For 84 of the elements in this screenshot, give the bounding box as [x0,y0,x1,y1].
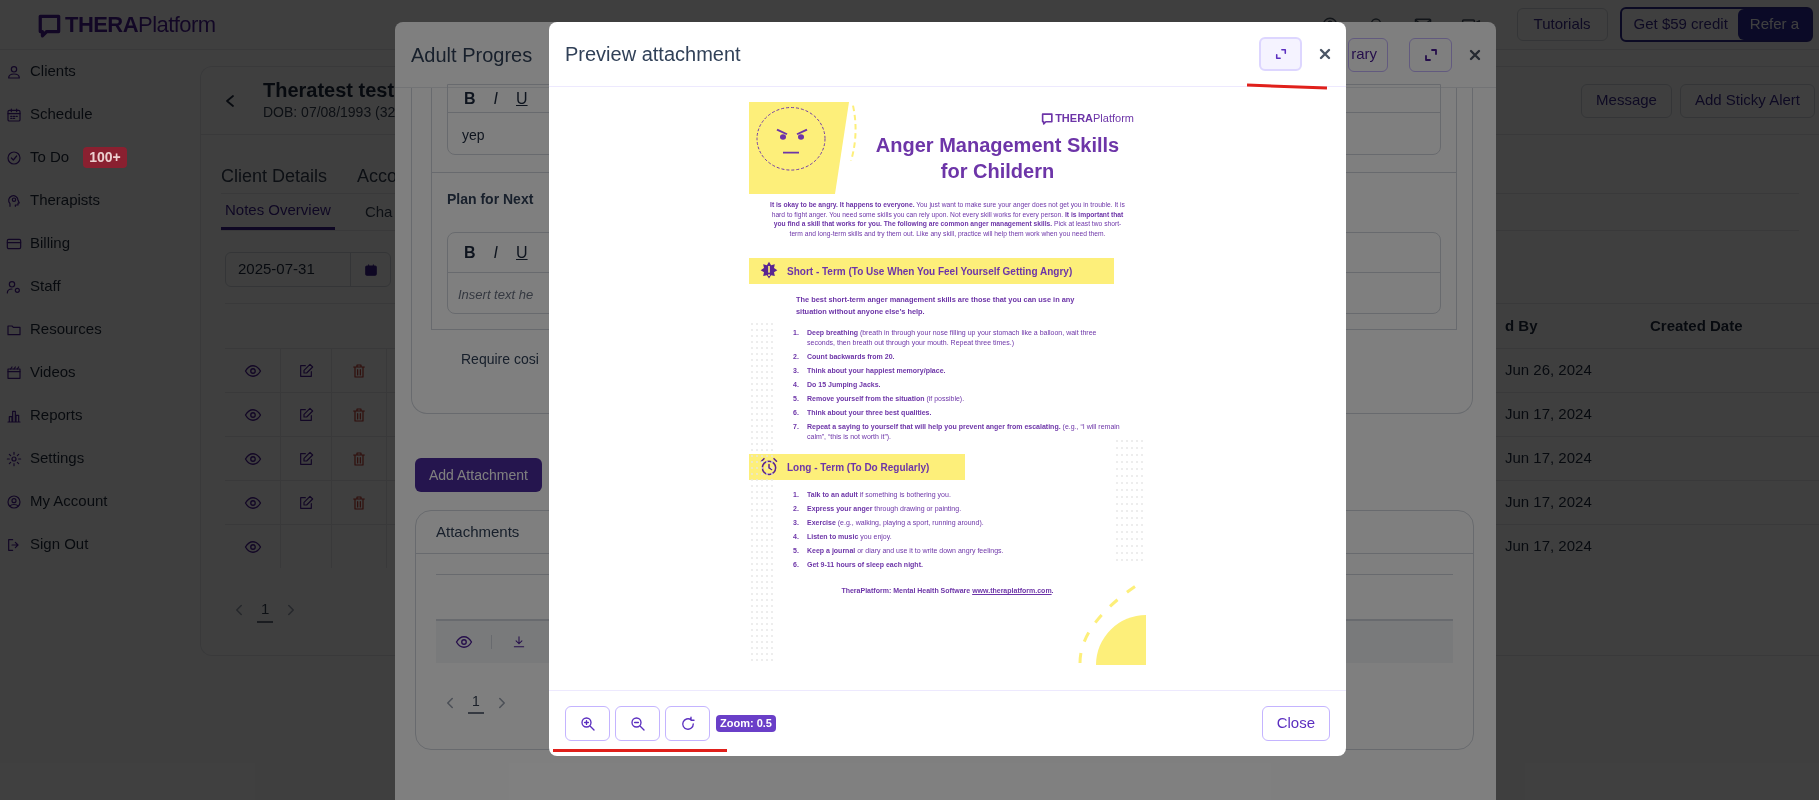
table-cell-text: Jun 17, 2024 [1504,492,1592,513]
italic-button[interactable]: I [493,86,498,111]
zoom-level-badge: Zoom: 0.5 [716,715,776,732]
close-button[interactable] [1468,47,1482,62]
check-circle-icon [6,149,22,166]
sidebar-item[interactable]: Clients [30,60,76,83]
film-icon [6,364,22,381]
edit-icon[interactable] [298,494,314,511]
sidebar-item[interactable]: Billing [30,232,71,255]
sidebar-item[interactable]: Resources [30,318,102,341]
dialog-title: Adult Progres [411,42,533,68]
alarm-clock-icon [759,457,779,478]
library-button[interactable]: rary [1348,37,1388,72]
edit-icon[interactable] [298,450,314,467]
italic-button[interactable]: I [493,240,498,265]
document-title: Anger Management Skills for Childern [874,133,1121,184]
underline-button[interactable]: U [516,240,528,265]
edit-icon[interactable] [298,406,314,423]
column-header: d By [1504,315,1539,336]
panel-title: Attachments [436,521,520,542]
chevron-left-icon[interactable] [446,696,454,709]
reset-zoom-button[interactable] [665,706,710,741]
person-gear-icon [6,278,22,295]
trash-icon[interactable] [351,450,367,467]
cosign-label: Require cosi [461,350,539,369]
bold-button[interactable]: B [464,86,476,111]
table-cell-text: Jun 17, 2024 [1504,404,1592,425]
zoom-out-button[interactable] [615,706,660,741]
calendar-icon [6,106,22,123]
zoom-out-icon [628,714,647,733]
subtab[interactable]: Notes Overview [221,194,335,230]
close-button[interactable]: Close [1261,706,1330,741]
expand-icon [1423,47,1438,62]
expand-button[interactable] [1409,37,1452,72]
head-gear-icon [6,192,22,209]
sidebar-item[interactable]: Therapists [30,189,101,212]
eye-icon[interactable] [454,633,473,651]
add-attachment-button[interactable]: Add Attachment [415,458,542,492]
download-icon[interactable] [512,635,526,649]
close-icon [1468,47,1482,62]
trash-icon[interactable] [351,494,367,511]
account-circle-icon [6,493,22,510]
sidebar-item[interactable]: Sign Out [30,533,89,556]
underline-button[interactable]: U [516,86,528,111]
expand-button[interactable] [1259,37,1302,71]
sidebar-item[interactable]: Reports [30,404,83,427]
sidebar-item[interactable]: My Account [30,490,108,513]
settings-icon [6,450,22,467]
sidebar-item[interactable]: Staff [30,275,61,298]
column-header: Created Date [1649,315,1743,336]
chevron-right-icon[interactable] [497,696,506,709]
editor-text: yep [462,127,485,143]
back-chevron-icon[interactable] [225,93,235,108]
close-icon [1318,47,1332,61]
chevron-right-icon[interactable] [287,604,296,617]
table-cell-text: Jun 17, 2024 [1504,536,1592,557]
table-cell-text: Jun 17, 2024 [1504,448,1592,469]
field-label: Plan for Next [447,190,534,209]
dialog-title: Preview attachment [565,42,741,67]
section-heading: Short - Term (To Use When You Feel Yourself Getting Angry) [787,264,1073,279]
logo: THERAPlatform [65,11,216,39]
trash-icon[interactable] [351,362,367,379]
edit-icon[interactable] [298,362,314,379]
document-logo: THERAPlatform [1055,111,1134,126]
person-icon [6,63,22,80]
table-cell-text: Jun 26, 2024 [1504,360,1592,381]
logo-icon [1041,111,1055,125]
sidebar-item[interactable]: To Do [30,146,70,169]
page-link[interactable]: 1 [468,691,484,714]
sidebar-item[interactable]: Schedule [30,103,93,126]
sidebar-item[interactable]: Settings [30,447,85,470]
sidebar-item[interactable]: Videos [30,361,76,384]
zoom-in-button[interactable] [565,706,610,741]
zoom-in-icon [578,714,597,733]
close-button[interactable] [1318,47,1332,61]
count-badge: 100+ [83,147,127,168]
chevron-left-icon[interactable] [235,604,243,617]
date-field[interactable]: 2025-07-31 [225,252,391,287]
bold-button[interactable]: B [464,240,476,265]
expand-icon [1274,48,1287,60]
section-heading: Long - Term (To Do Regularly) [787,460,930,475]
calendar-icon[interactable] [363,262,378,277]
trash-icon[interactable] [351,406,367,423]
client-name: Theratest test [263,78,396,102]
